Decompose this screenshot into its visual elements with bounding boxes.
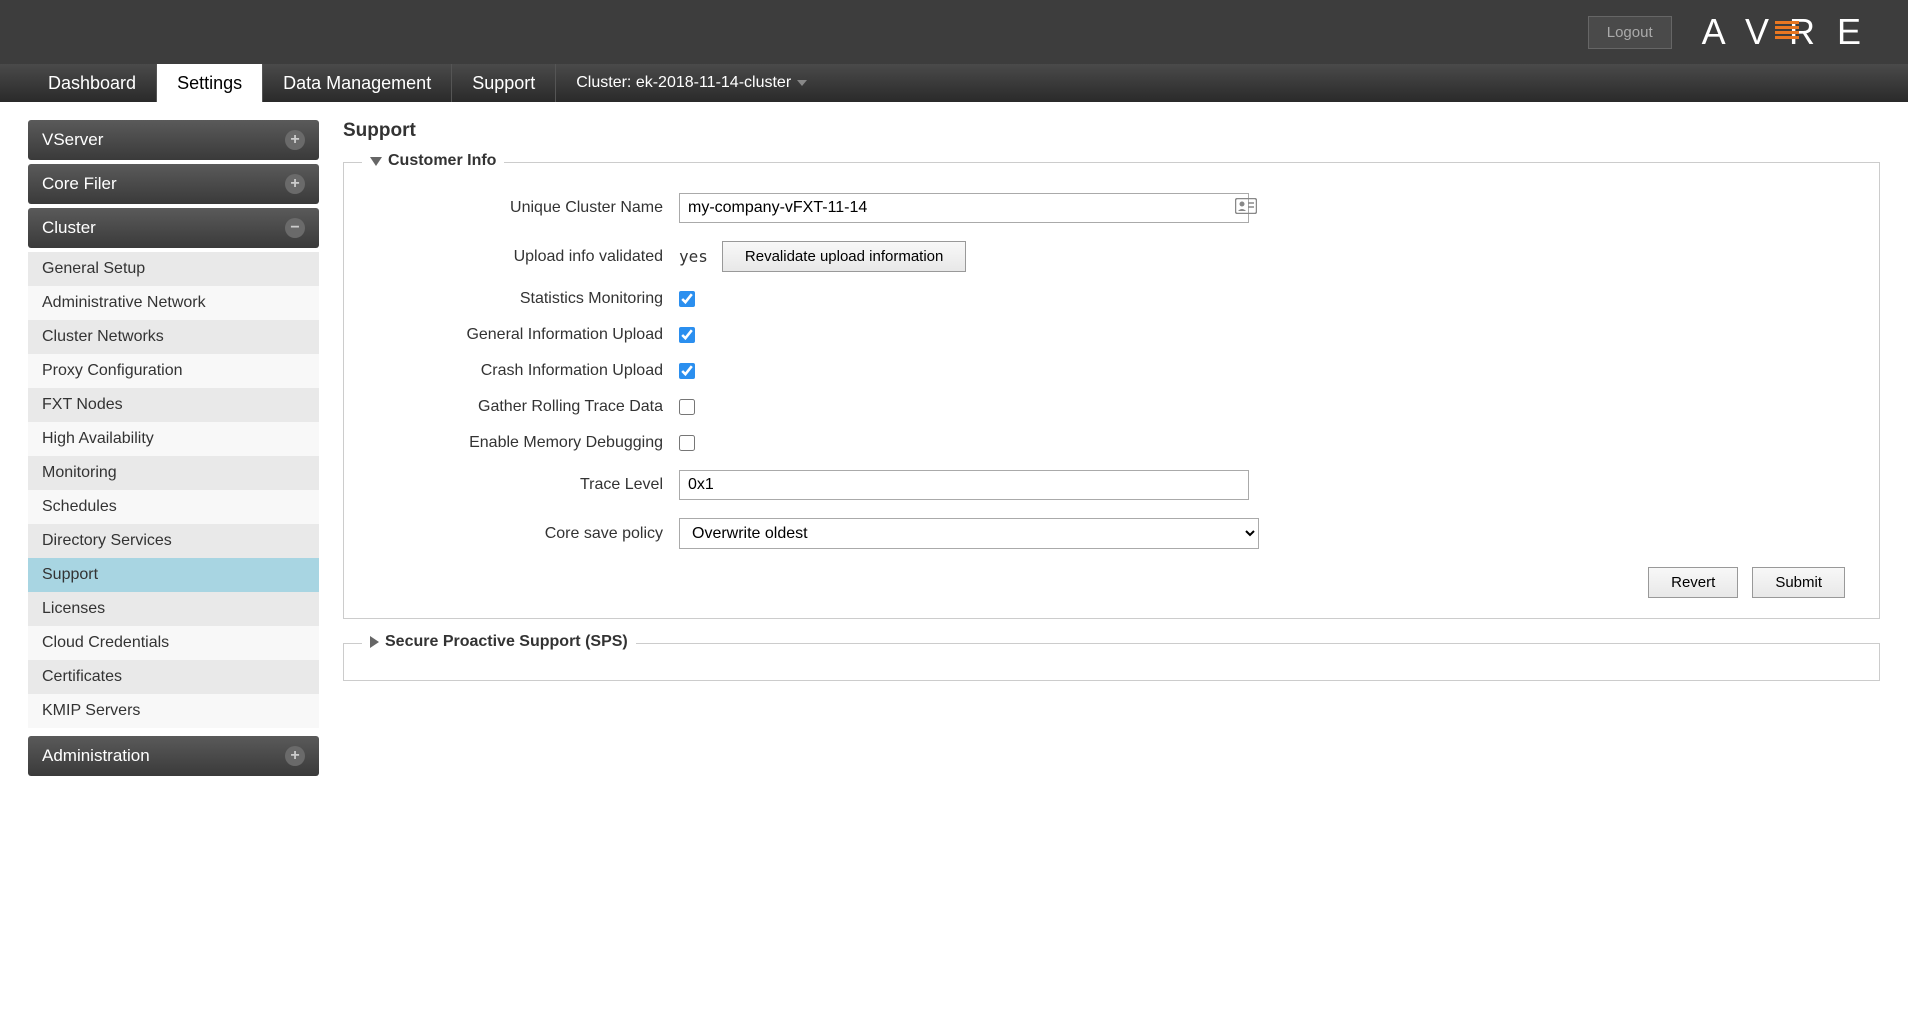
- sidebar-section-label: VServer: [42, 130, 103, 150]
- sidebar-item-support[interactable]: Support: [28, 558, 319, 592]
- revert-button[interactable]: Revert: [1648, 567, 1738, 598]
- logo-bars-icon: [1775, 21, 1799, 39]
- plus-icon: +: [285, 746, 305, 766]
- sidebar-item-directory-services[interactable]: Directory Services: [28, 524, 319, 558]
- customer-info-fieldset: Customer Info Unique Cluster Name Upload…: [343, 162, 1880, 619]
- mem-debug-checkbox[interactable]: [679, 435, 695, 451]
- rolling-trace-checkbox[interactable]: [679, 399, 695, 415]
- sidebar-section-label: Core Filer: [42, 174, 117, 194]
- sidebar-item-monitoring[interactable]: Monitoring: [28, 456, 319, 490]
- id-card-icon: [1235, 198, 1257, 218]
- cluster-name-input[interactable]: [679, 193, 1249, 223]
- minus-icon: −: [285, 218, 305, 238]
- sidebar-item-licenses[interactable]: Licenses: [28, 592, 319, 626]
- customer-info-legend[interactable]: Customer Info: [362, 152, 504, 170]
- top-bar: Logout AV RE: [0, 0, 1908, 64]
- sidebar-item-admin-network[interactable]: Administrative Network: [28, 286, 319, 320]
- submit-button[interactable]: Submit: [1752, 567, 1845, 598]
- content-area: Support Customer Info Unique Cluster Nam…: [343, 120, 1880, 780]
- tab-data-management[interactable]: Data Management: [263, 64, 452, 102]
- disclosure-open-icon: [370, 157, 382, 166]
- sidebar-item-kmip-servers[interactable]: KMIP Servers: [28, 694, 319, 728]
- cluster-label-text: Cluster: ek-2018-11-14-cluster: [576, 74, 791, 92]
- upload-validated-label: Upload info validated: [374, 248, 679, 266]
- sidebar-item-general-setup[interactable]: General Setup: [28, 252, 319, 286]
- sidebar-item-proxy-config[interactable]: Proxy Configuration: [28, 354, 319, 388]
- upload-validated-value: yes: [679, 247, 708, 266]
- core-save-select[interactable]: Overwrite oldest: [679, 518, 1259, 549]
- gen-upload-checkbox[interactable]: [679, 327, 695, 343]
- tab-bar: Dashboard Settings Data Management Suppo…: [0, 64, 1908, 102]
- tab-dashboard[interactable]: Dashboard: [28, 64, 157, 102]
- sidebar: VServer + Core Filer + Cluster − General…: [28, 120, 319, 780]
- stats-monitoring-label: Statistics Monitoring: [374, 290, 679, 308]
- tab-support[interactable]: Support: [452, 64, 556, 102]
- sidebar-cluster-items: General Setup Administrative Network Clu…: [28, 252, 319, 728]
- gen-upload-label: General Information Upload: [374, 326, 679, 344]
- sidebar-item-high-availability[interactable]: High Availability: [28, 422, 319, 456]
- mem-debug-label: Enable Memory Debugging: [374, 434, 679, 452]
- logout-button[interactable]: Logout: [1588, 16, 1672, 49]
- cluster-name-label: Unique Cluster Name: [374, 199, 679, 217]
- sidebar-section-core-filer[interactable]: Core Filer +: [28, 164, 319, 204]
- sps-legend[interactable]: Secure Proactive Support (SPS): [362, 633, 636, 651]
- trace-level-label: Trace Level: [374, 476, 679, 494]
- legend-text: Customer Info: [388, 152, 496, 170]
- sidebar-section-vserver[interactable]: VServer +: [28, 120, 319, 160]
- tab-settings[interactable]: Settings: [157, 64, 263, 102]
- disclosure-closed-icon: [370, 636, 379, 648]
- crash-upload-label: Crash Information Upload: [374, 362, 679, 380]
- page-title: Support: [343, 120, 1880, 142]
- sidebar-section-label: Administration: [42, 746, 150, 766]
- cluster-selector[interactable]: Cluster: ek-2018-11-14-cluster: [556, 64, 827, 102]
- core-save-label: Core save policy: [374, 525, 679, 543]
- revalidate-button[interactable]: Revalidate upload information: [722, 241, 966, 272]
- logo-text-right: RE: [1789, 11, 1883, 53]
- sidebar-item-certificates[interactable]: Certificates: [28, 660, 319, 694]
- sidebar-item-cluster-networks[interactable]: Cluster Networks: [28, 320, 319, 354]
- sidebar-item-fxt-nodes[interactable]: FXT Nodes: [28, 388, 319, 422]
- sps-fieldset: Secure Proactive Support (SPS): [343, 643, 1880, 681]
- sidebar-section-administration[interactable]: Administration +: [28, 736, 319, 776]
- trace-level-input[interactable]: [679, 470, 1249, 500]
- crash-upload-checkbox[interactable]: [679, 363, 695, 379]
- sidebar-section-cluster[interactable]: Cluster −: [28, 208, 319, 248]
- sidebar-section-label: Cluster: [42, 218, 96, 238]
- sidebar-item-cloud-credentials[interactable]: Cloud Credentials: [28, 626, 319, 660]
- stats-monitoring-checkbox[interactable]: [679, 291, 695, 307]
- chevron-down-icon: [797, 80, 807, 86]
- plus-icon: +: [285, 174, 305, 194]
- plus-icon: +: [285, 130, 305, 150]
- rolling-trace-label: Gather Rolling Trace Data: [374, 398, 679, 416]
- legend-text: Secure Proactive Support (SPS): [385, 633, 628, 651]
- avere-logo: AV RE: [1702, 11, 1883, 53]
- sidebar-item-schedules[interactable]: Schedules: [28, 490, 319, 524]
